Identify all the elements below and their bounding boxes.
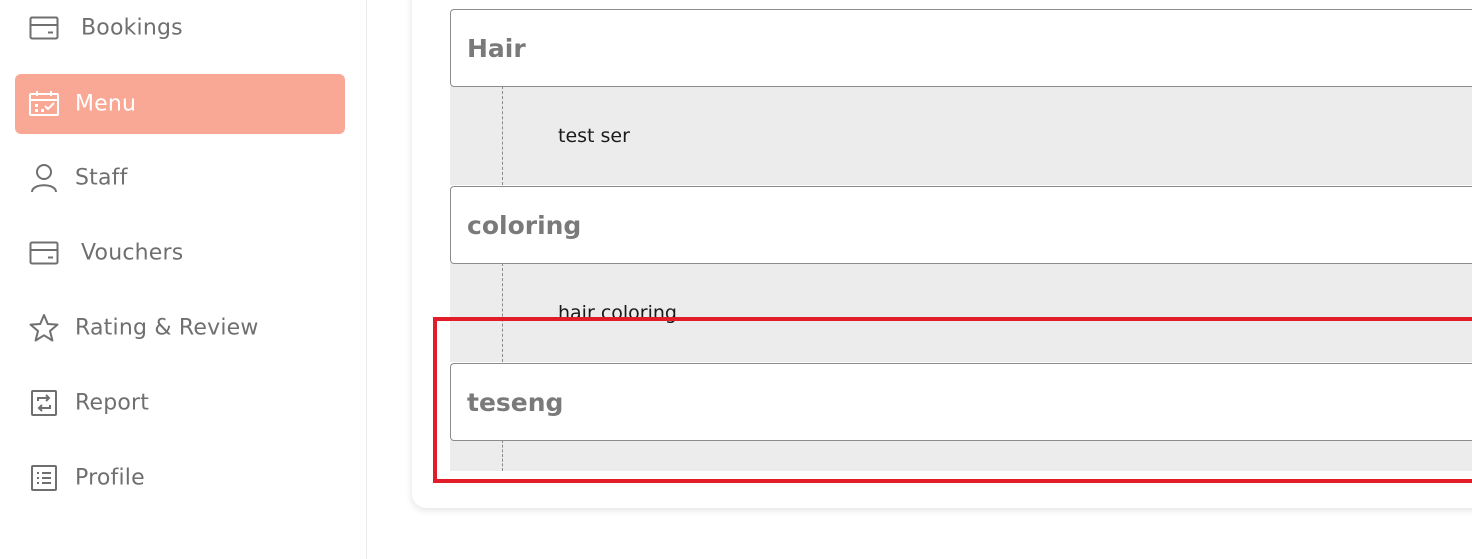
card-icon — [28, 237, 60, 269]
service-item[interactable]: hair coloring — [558, 302, 677, 324]
sidebar-item-staff[interactable]: Staff — [15, 148, 345, 208]
sidebar-item-label: Bookings — [81, 15, 183, 41]
tree-connector — [502, 263, 503, 362]
sidebar-item-label: Vouchers — [81, 240, 184, 266]
category-hair: Hair test ser — [450, 9, 1472, 185]
category-teseng: teseng — [450, 363, 1472, 471]
service-item[interactable]: test ser — [558, 125, 630, 147]
sidebar-item-label: Menu — [75, 91, 137, 117]
sidebar-item-report[interactable]: Report — [15, 373, 345, 433]
tree-connector — [502, 86, 503, 185]
category-header[interactable]: coloring — [450, 186, 1472, 264]
sidebar-item-label: Rating & Review — [75, 315, 259, 341]
list-icon — [28, 462, 60, 494]
sidebar-item-profile[interactable]: Profile — [15, 448, 345, 508]
calendar-check-icon — [28, 88, 60, 120]
card-icon — [28, 12, 60, 44]
sidebar-item-label: Profile — [75, 465, 145, 491]
user-icon — [28, 162, 60, 194]
category-services: hair coloring — [450, 263, 1472, 362]
category-header[interactable]: Hair — [450, 9, 1472, 87]
refresh-square-icon — [28, 387, 60, 419]
star-icon — [28, 312, 60, 344]
sidebar-item-bookings[interactable]: Bookings — [15, 0, 345, 58]
category-services: test ser — [450, 86, 1472, 185]
category-header[interactable]: teseng — [450, 363, 1472, 441]
category-services — [450, 440, 1472, 471]
sidebar: Bookings Menu Staff Vouchers Rating & Re… — [0, 0, 367, 559]
tree-connector — [502, 440, 503, 471]
sidebar-item-label: Report — [75, 390, 150, 416]
category-coloring: coloring hair coloring — [450, 186, 1472, 362]
sidebar-item-vouchers[interactable]: Vouchers — [15, 223, 345, 283]
sidebar-item-label: Staff — [75, 165, 128, 191]
sidebar-item-rating-review[interactable]: Rating & Review — [15, 298, 345, 358]
sidebar-item-menu[interactable]: Menu — [15, 74, 345, 134]
